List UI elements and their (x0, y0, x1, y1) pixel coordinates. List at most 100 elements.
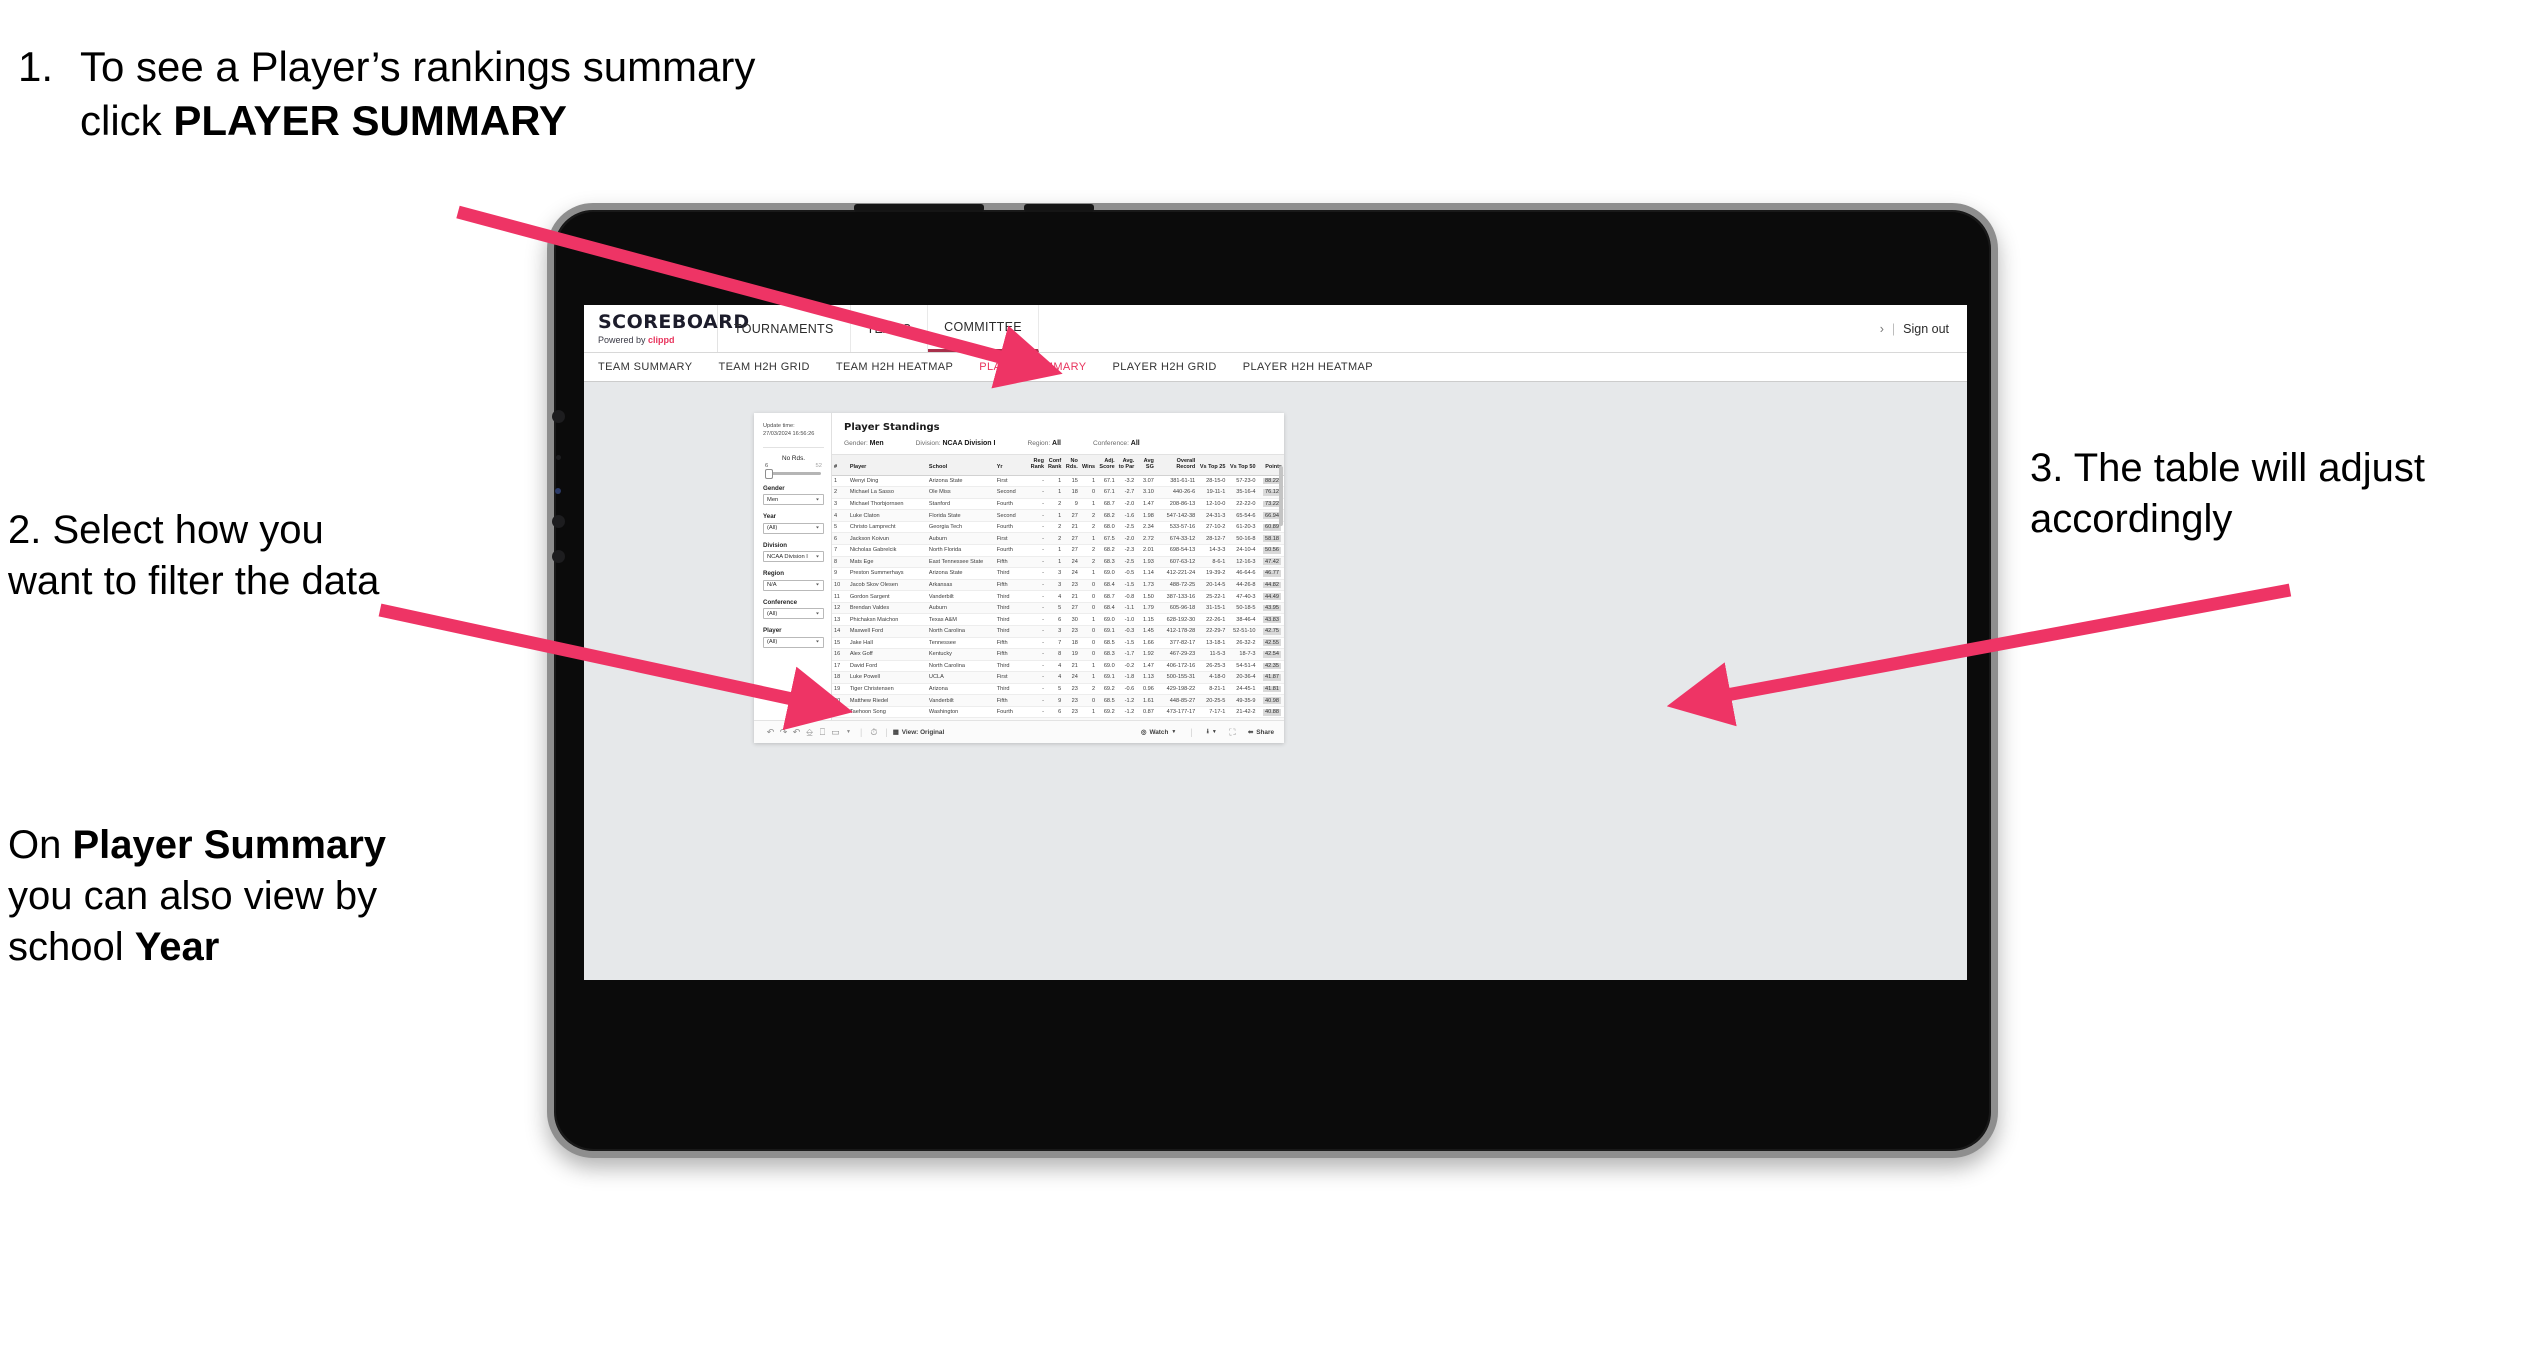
table-row[interactable]: 1 Wenyi Ding Arizona State First -1 15 1 67.1 -3… (832, 475, 1284, 488)
table-col-header[interactable]: Vs Top 50 (1227, 454, 1258, 476)
table-col-header[interactable]: Overall Record (1155, 454, 1198, 476)
table-cell: -0.3 (1116, 625, 1137, 638)
filter-value-player: (All) (767, 639, 778, 646)
table-row[interactable]: 16 Alex Goff Kentucky Fifth -8 19 0 68.3 -1.7 1.9… (832, 648, 1284, 661)
filter-select-player[interactable]: (All) ▼ (763, 636, 824, 648)
download-button[interactable]: ⭳ ▼ (1207, 727, 1217, 738)
pause-icon[interactable]: ⎕ (816, 727, 829, 738)
table-cell: 547-142-38 (1155, 509, 1198, 522)
table-col-header[interactable]: Yr (994, 454, 1029, 476)
table-row[interactable]: 3 Michael Thorbjornsen Stanford Fourth -2 9 1 6… (832, 498, 1284, 511)
no-rounds-slider-handle[interactable] (765, 469, 773, 480)
no-rounds-slider-track[interactable] (765, 469, 821, 480)
share-button[interactable]: ⇚ Share (1248, 728, 1274, 737)
table-col-header[interactable]: Avg. to Par (1116, 454, 1137, 476)
table-col-header[interactable]: Conf Rank (1045, 454, 1064, 476)
table-row[interactable]: 8 Mats Ege East Tennessee State Fifth -1 24 2 6… (832, 556, 1284, 569)
table-scrollbar[interactable] (1279, 466, 1283, 526)
table-col-header[interactable]: School (926, 454, 995, 476)
table-cell: 27 (1063, 602, 1080, 615)
refresh-icon[interactable]: ⎒ (803, 727, 816, 738)
topnav-item-committee[interactable]: COMMITTEE (928, 305, 1039, 352)
table-cell: 605-96-18 (1155, 602, 1198, 615)
fullscreen-icon[interactable]: ⛶ (1226, 727, 1239, 738)
table-row[interactable]: 18 Luke Powell UCLA First -4 24 1 69.1 -1.8 1.13 5… (832, 671, 1284, 684)
table-cell: 6 (1045, 613, 1064, 626)
sign-out-button[interactable]: Sign out (1903, 322, 1949, 336)
table-row[interactable]: 14 Maxwell Ford North Carolina Third -3 23 0 69… (832, 625, 1284, 638)
chevron-down-icon[interactable]: ▼ (842, 729, 855, 735)
top-button-2[interactable] (1024, 204, 1094, 212)
table-row[interactable]: 10 Jacob Skov Olesen Arkansas Fifth -3 23 0 68.… (832, 579, 1284, 592)
subnav-item-team-summary[interactable]: TEAM SUMMARY (598, 361, 692, 373)
view-original-button[interactable]: ▦ View: Original (892, 728, 945, 737)
table-row[interactable]: 9 Preston Summerhays Arizona State Third -3 2… (832, 567, 1284, 580)
table-col-header[interactable]: Player (847, 454, 927, 476)
table-cell: Jackson Koivun (847, 532, 927, 545)
table-col-header[interactable]: Vs Top 25 (1197, 454, 1228, 476)
subnav-item-team-h2h-grid[interactable]: TEAM H2H GRID (718, 361, 809, 373)
table-row[interactable]: 20 Matthew Riedel Vanderbilt Fifth -9 23 0 68.5… (832, 694, 1284, 707)
table-row[interactable]: 6 Jackson Koivun Auburn First -2 27 1 67.5 -2.0 2… (832, 532, 1284, 545)
viz-canvas: Update time: 27/03/2024 16:56:26 No Rds.… (584, 382, 1967, 980)
rectangle-select-icon[interactable]: ▭ (829, 727, 842, 738)
table-col-header[interactable]: Wins (1079, 454, 1098, 476)
table-row[interactable]: 19 Tiger Christensen Arizona Third -5 23 2 69.2… (832, 683, 1284, 696)
watch-button[interactable]: ◎ Watch ▼ (1141, 728, 1176, 737)
filter-select-conference[interactable]: (All) ▼ (763, 608, 824, 620)
subnav-item-player-h2h-grid[interactable]: PLAYER H2H GRID (1113, 361, 1217, 373)
table-row[interactable]: 13 Phichaksn Maichon Texas A&M Third -6 30 1 69… (832, 613, 1284, 626)
table-cell: Third (994, 660, 1029, 673)
table-cell: 1 (1079, 717, 1098, 720)
table-col-header[interactable]: # (832, 454, 848, 476)
table-cell: -1.2 (1116, 706, 1137, 719)
table-col-header[interactable]: Adj. Score (1097, 454, 1117, 476)
revert-icon[interactable]: ↶ (790, 727, 803, 738)
top-button[interactable] (854, 204, 984, 212)
brand-logo[interactable]: SCOREBOARD Powered by clippd (584, 305, 749, 352)
table-cell: -1.1 (1116, 602, 1137, 615)
chevron-icon[interactable]: › (1880, 322, 1884, 336)
subnav-item-player-summary[interactable]: PLAYER SUMMARY (979, 361, 1086, 373)
table-row[interactable]: 15 Jake Hall Tennessee Fifth -7 18 0 68.5 -1.5 1.… (832, 637, 1284, 650)
chevron-down-icon: ▼ (815, 640, 820, 645)
subnav-item-player-h2h-heatmap[interactable]: PLAYER H2H HEATMAP (1243, 361, 1373, 373)
standings-table-scroll[interactable]: # Player School Yr Reg Rank Conf Rank No Rds. Wins… (832, 454, 1284, 720)
filter-select-year[interactable]: (All) ▼ (763, 522, 824, 534)
table-col-header[interactable]: No Rds. (1063, 454, 1080, 476)
topnav-item-teams[interactable]: TEAMS (851, 305, 929, 352)
table-cell: 15 (1063, 475, 1080, 488)
undo-icon[interactable]: ↶ (764, 727, 777, 738)
table-row[interactable]: 4 Luke Claton Florida State Second -1 27 2 68.2… (832, 509, 1284, 522)
filter-select-region[interactable]: N/A ▼ (763, 579, 824, 591)
table-cell: Fourth (994, 544, 1029, 557)
topnav-item-tournaments[interactable]: TOURNAMENTS (718, 305, 851, 352)
table-row[interactable]: 17 David Ford North Carolina Third -4 21 1 69.0… (832, 660, 1284, 673)
table-cell: 1 (1079, 532, 1098, 545)
table-row[interactable]: 21 Taehoon Song Washington Fourth -6 23 1 69.2-… (832, 706, 1284, 719)
table-row[interactable]: 12 Brendan Valdes Auburn Third -5 27 0 68.4 -1.1… (832, 602, 1284, 615)
alert-icon[interactable]: ⏱ (867, 727, 880, 738)
table-cell: 7-17-1 (1197, 706, 1228, 719)
table-row[interactable]: 22Ian GilliganFloridaThird-1024168.7-0.8… (832, 717, 1284, 720)
table-cell: Michael La Sasso (847, 486, 927, 499)
subnav-item-team-h2h-heatmap[interactable]: TEAM H2H HEATMAP (836, 361, 953, 373)
filter-select-gender[interactable]: Men ▼ (763, 494, 824, 506)
table-cell: 1.50 (1136, 590, 1156, 603)
dashboard-main: Player Standings Gender: Men Division: N… (832, 413, 1284, 720)
table-row[interactable]: 7 Nicholas Gabrelcik North Florida Fourth -1… (832, 544, 1284, 557)
table-cell: 412-178-28 (1155, 625, 1198, 638)
table-col-header[interactable]: Avg SG (1136, 454, 1156, 476)
table-cell: 8 (1045, 648, 1064, 661)
redo-icon[interactable]: ↷ (777, 727, 790, 738)
filter-select-division[interactable]: NCAA Division I ▼ (763, 551, 824, 563)
tablet-screen: SCOREBOARD Powered by clippd TOURNAMENTS… (584, 305, 1967, 980)
table-cell: 1 (1079, 660, 1098, 673)
view-icon: ▦ (892, 729, 899, 736)
table-col-header[interactable]: Reg Rank (1028, 454, 1046, 476)
table-row[interactable]: 5 Christo Lamprecht Georgia Tech Fourth -2 21… (832, 521, 1284, 534)
table-row[interactable]: 11 Gordon Sargent Vanderbilt Third -4 21 0 68.7… (832, 590, 1284, 603)
table-row[interactable]: 2 Michael La Sasso Ole Miss Second -1 18 0 67.1… (832, 486, 1284, 499)
table-cell: 24-45-1 (1227, 683, 1258, 696)
table-cell: - (1028, 613, 1046, 626)
